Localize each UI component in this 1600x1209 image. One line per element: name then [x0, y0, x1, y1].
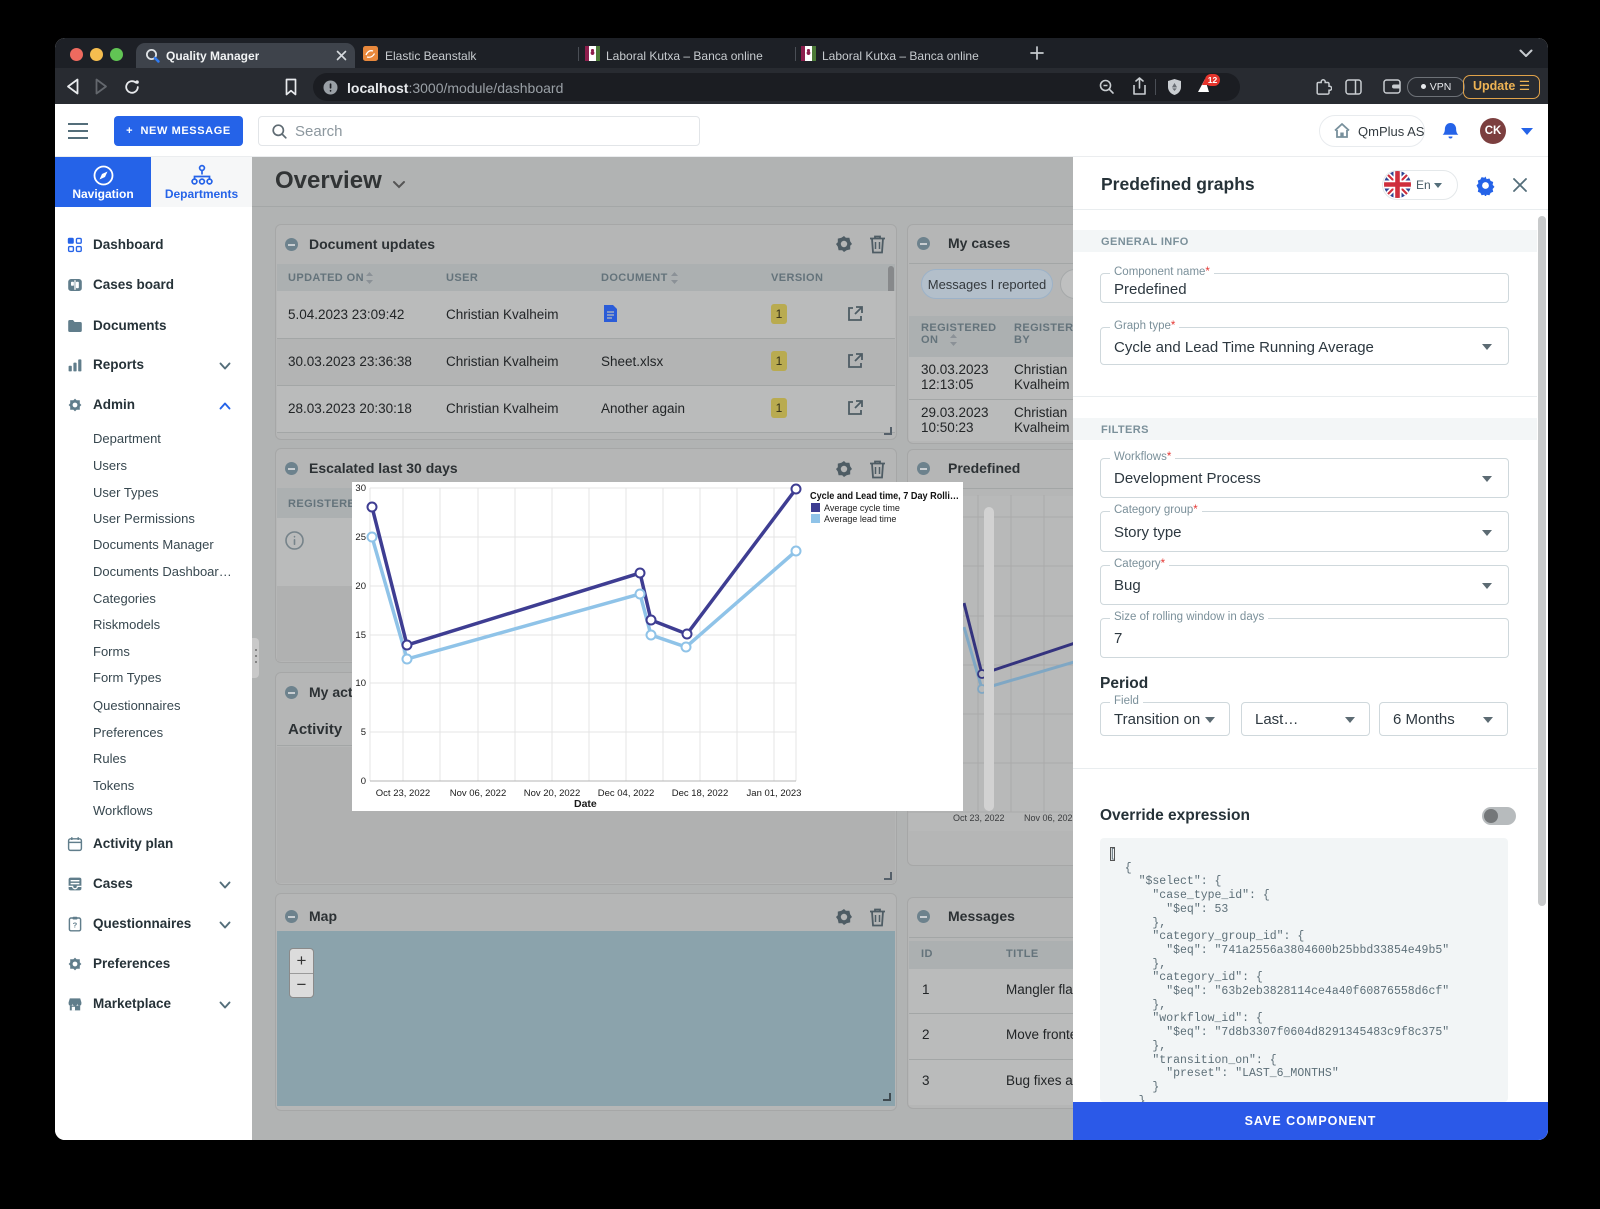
svg-text:25: 25: [355, 532, 366, 543]
svg-text:15: 15: [355, 630, 366, 641]
svg-text:Dec 04, 2022: Dec 04, 2022: [598, 788, 655, 799]
svg-text:30: 30: [355, 483, 366, 494]
svg-text:Date: Date: [574, 798, 597, 810]
svg-text:10: 10: [355, 678, 366, 689]
svg-text:Dec 18, 2022: Dec 18, 2022: [672, 788, 729, 799]
svg-text:?: ?: [73, 921, 78, 930]
svg-text:Cycle and Lead time, 7 Day Rol: Cycle and Lead time, 7 Day Rolli…: [810, 490, 959, 502]
svg-text:Nov 20, 2022: Nov 20, 2022: [524, 788, 581, 799]
svg-text:0: 0: [361, 776, 366, 787]
svg-text:Nov 06, 2022: Nov 06, 2022: [450, 788, 507, 799]
svg-text:Average lead time: Average lead time: [824, 514, 896, 524]
svg-text:5: 5: [361, 727, 366, 738]
svg-text:20: 20: [355, 581, 366, 592]
svg-text:Jan 01, 2023: Jan 01, 2023: [747, 788, 802, 799]
svg-text:Average cycle time: Average cycle time: [824, 503, 900, 513]
svg-text:Oct 23, 2022: Oct 23, 2022: [376, 788, 430, 799]
